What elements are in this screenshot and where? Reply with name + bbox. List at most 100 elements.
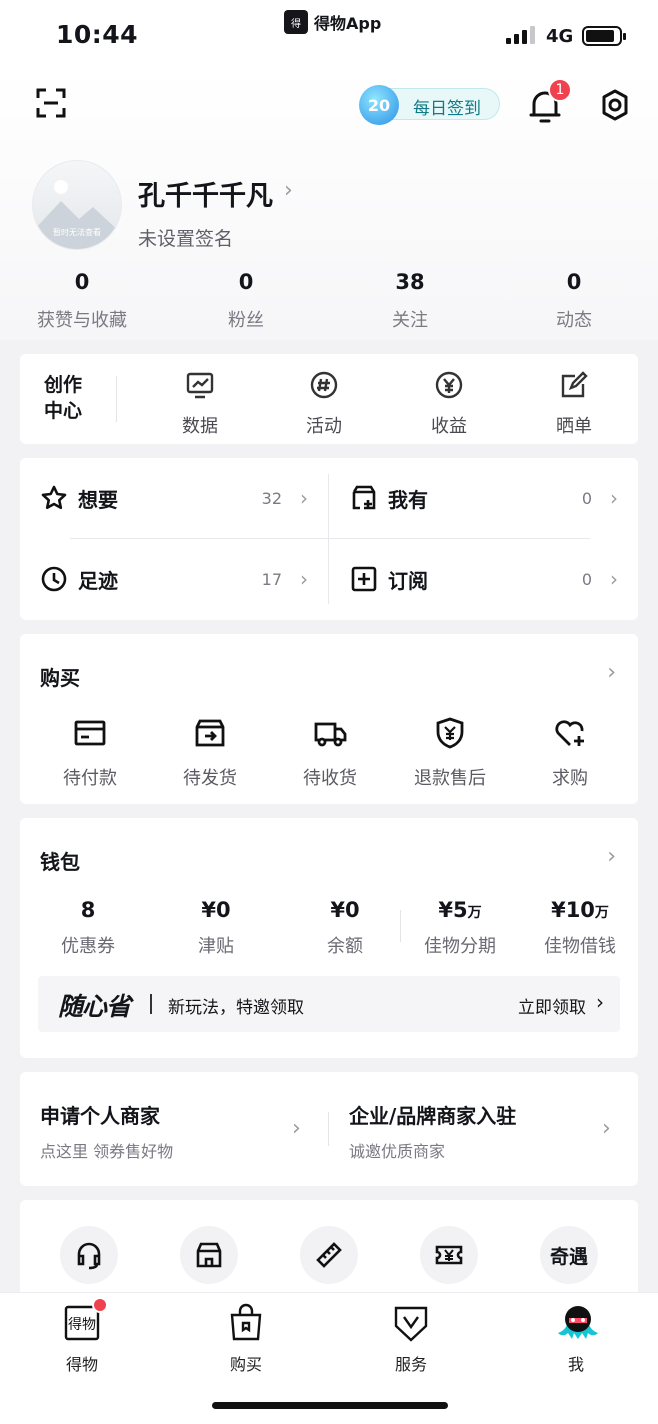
me-avatar-icon [558, 1306, 598, 1339]
creator-item-activity[interactable]: 活动 [284, 370, 364, 438]
tool-qiyu[interactable]: 奇遇 [540, 1226, 598, 1284]
truck-icon [314, 722, 347, 747]
chart-icon [186, 372, 214, 399]
creator-center-title[interactable]: 创作 中心 [44, 372, 82, 424]
wallet-item-installment[interactable]: ¥5万 佳物分期 [400, 898, 520, 958]
collection-own[interactable]: 我有 0 › [350, 478, 620, 518]
buy-item-refund[interactable]: 退款售后 [400, 716, 500, 790]
merchant-subtitle: 诚邀优质商家 [349, 1142, 446, 1161]
profile-header: 20 每日签到 1 暂时无法查看 孔千千千凡 › 未设置签名 0 获赞与收藏 0… [0, 70, 658, 340]
creator-item-showcase[interactable]: 晒单 [534, 370, 614, 438]
status-bar: 10:44 得 得物App 4G [0, 0, 658, 70]
promo-banner[interactable]: 随心省 新玩法，特邀领取 立即领取 › [38, 976, 620, 1032]
shield-v-icon [394, 1306, 428, 1342]
divider [328, 1112, 329, 1146]
chevron-right-icon[interactable]: › [284, 178, 293, 203]
tab-me[interactable]: 我 [526, 1303, 626, 1375]
tool-customer-service[interactable] [60, 1226, 118, 1284]
wallet-value: ¥5 [438, 898, 468, 922]
star-icon [41, 485, 67, 510]
tool-measure[interactable] [300, 1226, 358, 1284]
headset-icon [77, 1242, 101, 1270]
wallet-item-coupons[interactable]: 8 优惠券 [28, 898, 148, 958]
signal-icon [506, 26, 535, 44]
creator-title-line2: 中心 [44, 400, 83, 422]
stat-label: 关注 [392, 310, 428, 331]
wallet-item-balance[interactable]: ¥0 余额 [285, 898, 405, 958]
checkin-badge: 20 [359, 85, 399, 125]
promo-cta[interactable]: 立即领取 [518, 993, 586, 1018]
battery-icon [582, 26, 626, 46]
stat-value: 38 [395, 270, 425, 294]
bio[interactable]: 未设置签名 [138, 224, 233, 251]
wallet-label: 佳物分期 [424, 936, 496, 957]
creator-item-label: 活动 [306, 416, 342, 437]
promo-brand-logo: 随心省 [58, 992, 131, 1021]
tab-label: 我 [567, 1355, 584, 1374]
wallet-item-allowance[interactable]: ¥0 津贴 [156, 898, 276, 958]
collection-want[interactable]: 想要 32 › [40, 478, 310, 518]
tab-service[interactable]: 服务 [361, 1303, 461, 1375]
stat-label: 动态 [556, 310, 592, 331]
creator-title-line1: 创作 [44, 374, 83, 396]
stat-posts[interactable]: 0 动态 [492, 270, 656, 332]
checkin-label: 每日签到 [413, 99, 481, 119]
collection-count: 0 [581, 569, 592, 589]
stats-row: 0 获赞与收藏 0 粉丝 38 关注 0 动态 [0, 270, 658, 332]
chevron-right-icon: › [610, 567, 618, 591]
wallet-label: 优惠券 [61, 936, 115, 957]
plus-square-icon [351, 566, 377, 592]
avatar[interactable]: 暂时无法查看 [32, 160, 122, 250]
stat-label: 粉丝 [228, 310, 264, 331]
stat-fans[interactable]: 0 粉丝 [164, 270, 328, 332]
chevron-right-icon[interactable]: › [607, 844, 616, 869]
creator-item-earnings[interactable]: 收益 [409, 370, 489, 438]
tool-store[interactable] [180, 1226, 238, 1284]
buy-item-label: 待发货 [183, 768, 237, 789]
wallet-item-loan[interactable]: ¥10万 佳物借钱 [520, 898, 640, 958]
wallet-unit: 万 [467, 905, 482, 921]
app-name: 得物App [314, 14, 382, 33]
collection-history[interactable]: 足迹 17 › [40, 559, 310, 599]
stat-following[interactable]: 38 关注 [328, 270, 492, 332]
collections-card: 想要 32 › 我有 0 › 足迹 17 › 订阅 0 › [20, 458, 638, 620]
wallet-value: ¥0 [330, 898, 360, 922]
scan-icon[interactable] [36, 88, 66, 118]
card-icon [74, 720, 106, 746]
buy-item-pending-receipt[interactable]: 待收货 [280, 716, 380, 790]
chevron-right-icon: › [610, 486, 618, 510]
shield-yen-icon [436, 717, 464, 749]
buy-item-pending-payment[interactable]: 待付款 [40, 716, 140, 790]
tools-card: 奇遇 [20, 1200, 638, 1300]
merchant-subtitle: 点这里 领券售好物 [40, 1142, 174, 1161]
daily-checkin-button[interactable]: 20 每日签到 [359, 85, 500, 125]
buy-item-pending-shipment[interactable]: 待发货 [160, 716, 260, 790]
stat-likes[interactable]: 0 获赞与收藏 [0, 270, 164, 332]
buy-title: 购买 [40, 666, 80, 690]
tab-dewu[interactable]: 得物 得物 [32, 1297, 132, 1375]
tab-buy[interactable]: 购买 [196, 1303, 296, 1375]
stat-value: 0 [566, 270, 582, 294]
collection-count: 17 [261, 569, 282, 589]
username[interactable]: 孔千千千凡 [138, 174, 273, 213]
tab-label: 服务 [394, 1355, 427, 1374]
wallet-title: 钱包 [40, 850, 80, 874]
wallet-label: 津贴 [198, 936, 234, 957]
chevron-right-icon[interactable]: › [607, 660, 616, 685]
buy-item-wanted[interactable]: 求购 [520, 716, 620, 790]
collection-label: 足迹 [78, 568, 118, 593]
tool-ticket[interactable] [420, 1226, 478, 1284]
status-time: 10:44 [56, 20, 139, 49]
svg-text:得物: 得物 [68, 1316, 96, 1333]
home-indicator[interactable] [212, 1402, 448, 1409]
collection-subscribe[interactable]: 订阅 0 › [350, 559, 620, 599]
merchant-card: 申请个人商家 点这里 领券售好物 › 企业/品牌商家入驻 诚邀优质商家 › [20, 1072, 638, 1186]
collection-label: 我有 [388, 487, 428, 512]
creator-item-data[interactable]: 数据 [160, 370, 240, 438]
wallet-value: ¥0 [201, 898, 231, 922]
ruler-icon [316, 1242, 342, 1268]
bag-icon [230, 1303, 262, 1341]
chevron-right-icon: › [292, 1116, 301, 1141]
gear-icon[interactable] [598, 88, 632, 122]
hashtag-icon [310, 371, 338, 399]
